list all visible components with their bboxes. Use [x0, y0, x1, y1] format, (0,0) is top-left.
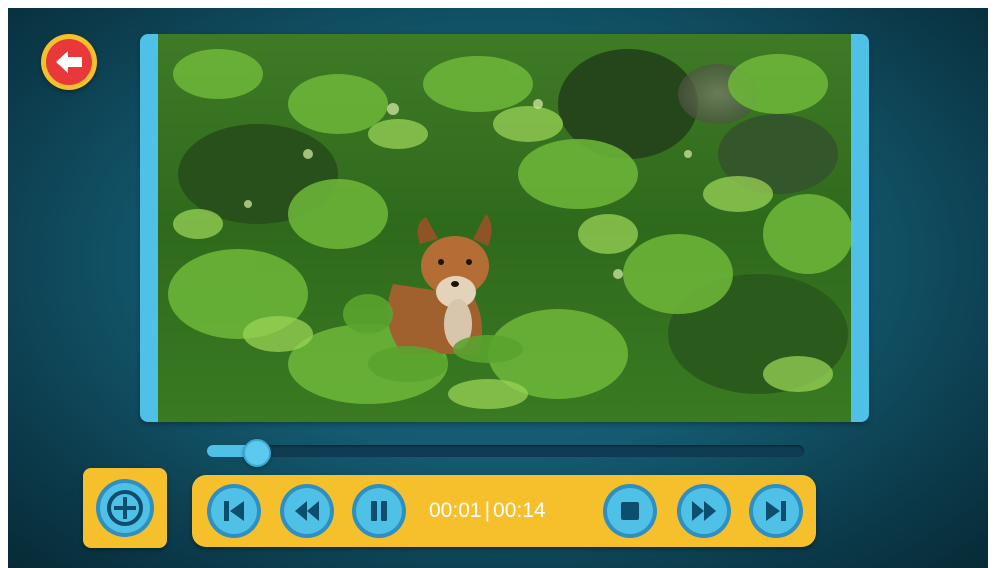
pause-button[interactable]	[351, 483, 407, 539]
progress-knob[interactable]	[242, 439, 271, 467]
time-display: 00:01 | 00:14	[429, 497, 584, 525]
current-time: 00:01	[429, 499, 482, 522]
stop-icon	[603, 484, 657, 538]
pause-icon	[352, 484, 406, 538]
rewind-icon	[280, 484, 334, 538]
video-frame-image	[158, 34, 851, 422]
fast-forward-button[interactable]	[676, 483, 732, 539]
plus-circle-icon	[96, 479, 154, 537]
skip-to-start-icon	[207, 484, 261, 538]
total-duration: 00:14	[493, 499, 546, 522]
back-button[interactable]	[41, 34, 97, 90]
video-display[interactable]	[158, 34, 851, 422]
skip-to-start-button[interactable]	[206, 483, 262, 539]
playback-controls: 00:01 | 00:14	[192, 475, 816, 547]
skip-to-end-button[interactable]	[748, 483, 804, 539]
time-separator: |	[484, 499, 491, 522]
add-button[interactable]	[83, 468, 167, 548]
progress-bar[interactable]	[207, 439, 804, 467]
skip-to-end-icon	[749, 484, 803, 538]
back-arrow-icon	[46, 39, 92, 85]
fast-forward-icon	[677, 484, 731, 538]
video-frame	[140, 34, 869, 422]
player-screen: 00:01 | 00:14	[8, 8, 988, 568]
stop-button[interactable]	[602, 483, 658, 539]
rewind-button[interactable]	[279, 483, 335, 539]
